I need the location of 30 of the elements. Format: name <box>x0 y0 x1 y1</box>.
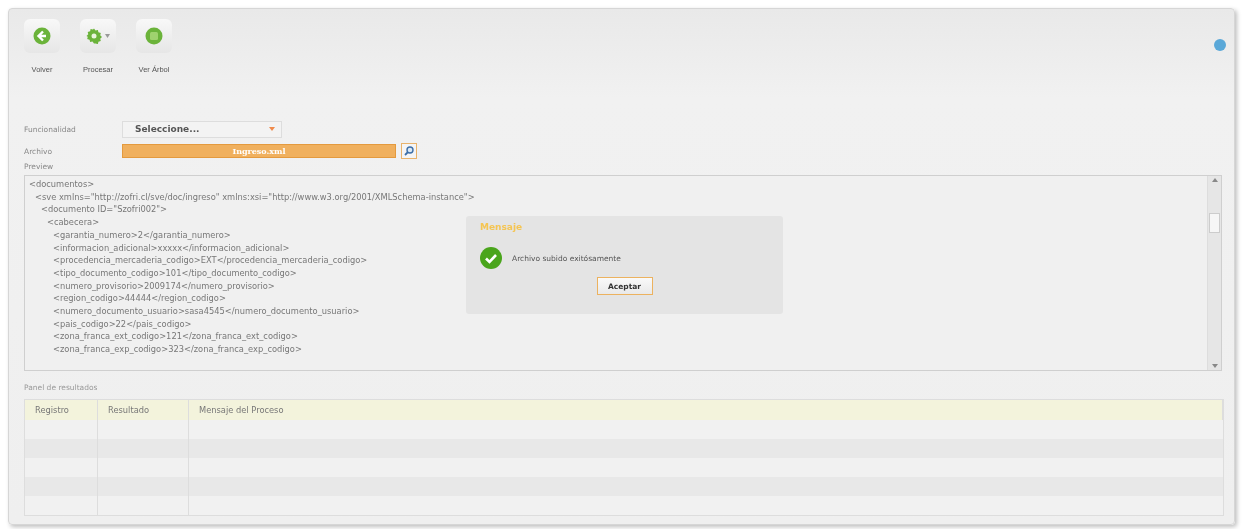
tree-view-icon <box>145 27 163 45</box>
xml-line: <zona_franca_ext_codigo>121</zona_franca_ext_codigo> <box>52 330 298 344</box>
search-icon <box>404 146 414 156</box>
scrollbar[interactable] <box>1207 176 1221 370</box>
xml-line: <numero_documento_usuario>sasa4545</numero_documento_usuario> <box>52 305 360 318</box>
xml-preview-area[interactable] <box>24 175 1222 371</box>
xml-line: <numero_provisorio>2009174</numero_provisorio> <box>52 279 275 293</box>
scroll-thumb[interactable] <box>1209 213 1220 233</box>
xml-line: <garantia_numero>2</garantia_numero> <box>52 228 231 242</box>
xml-line: <informacion_adicional>xxxxx</informacion_adicional> <box>52 241 290 255</box>
check-icon <box>480 247 502 269</box>
xml-line: <tipo_documento_codigo>101</tipo_documento_codigo> <box>52 266 297 280</box>
gear-icon <box>86 28 102 44</box>
scroll-up-icon[interactable] <box>1211 178 1218 182</box>
xml-line: <region_codigo>44444</region_codigo> <box>52 292 226 306</box>
xml-line: <documento ID="Szofri002"> <box>40 203 168 217</box>
xml-line: <pais_codigo>22</pais_codigo> <box>52 317 192 331</box>
xml-line: <documentos> <box>29 178 95 191</box>
help-icon[interactable] <box>1214 39 1226 51</box>
caret-icon <box>269 127 275 131</box>
functionality-dropdown[interactable]: Seleccione... <box>122 120 282 138</box>
dialog-title: Mensaje <box>480 222 524 232</box>
caret-icon <box>105 34 110 38</box>
xml-line: <procedencia_mercaderia_codigo>EXT</procedencia_mercaderia_codigo> <box>52 254 368 267</box>
xml-line: <sve xmlns="http://zofri.cl/sve/doc/ingreso" xmlns:xsi="http://www.w3.org/2001/XMLSchema-instance"> <box>34 190 475 204</box>
xml-line: <cabecera> <box>46 216 100 229</box>
search-button[interactable] <box>401 143 417 159</box>
back-arrow-icon <box>33 27 51 45</box>
xml-line: <zona_franca_exp_codigo>323</zona_franca_exp_codigo> <box>52 343 302 356</box>
scroll-down-icon[interactable] <box>1211 364 1218 368</box>
